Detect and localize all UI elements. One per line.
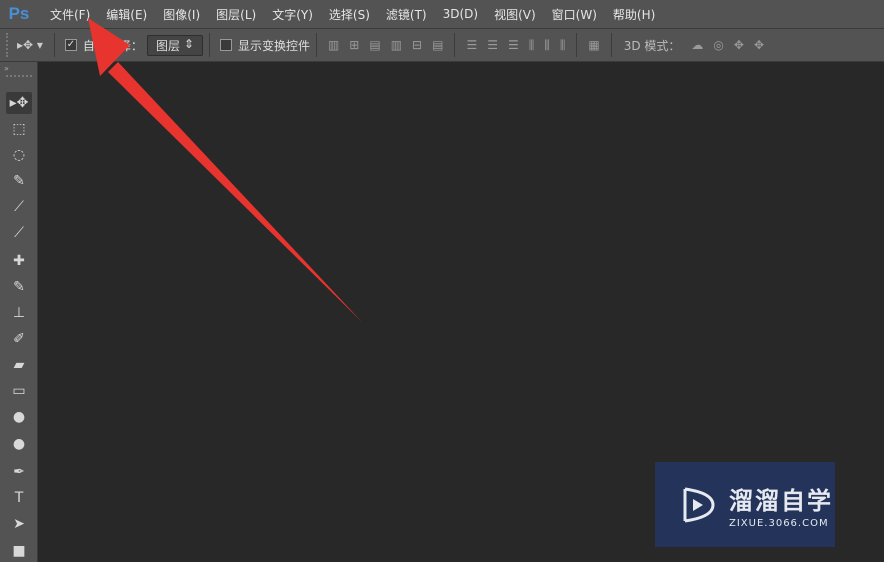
- play-logo-icon: [683, 487, 715, 522]
- watermark-url: ZIXUE.3066.COM: [729, 517, 829, 529]
- watermark-title: 溜溜自学: [729, 486, 833, 515]
- watermark: 溜溜自学 ZIXUE.3066.COM: [655, 462, 835, 547]
